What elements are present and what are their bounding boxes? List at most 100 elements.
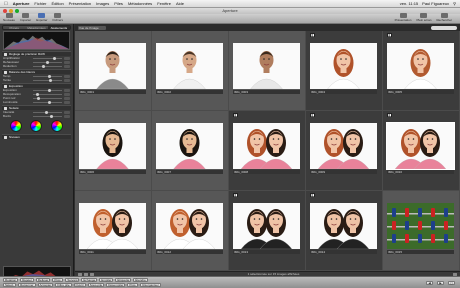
photo-thumbnail[interactable]: IMG_0006: [75, 111, 152, 191]
stack-badge-icon[interactable]: ▮▮: [310, 113, 316, 117]
control-button[interactable]: Retourner: [18, 283, 36, 287]
control-button[interactable]: Réorganiser: [140, 283, 161, 287]
tab-adjustments[interactable]: Ajustements: [47, 26, 70, 29]
slider-value-field[interactable]: [64, 100, 70, 104]
slider-value-field[interactable]: [64, 88, 70, 92]
photo-thumbnail[interactable]: IMG_0011: [75, 191, 152, 271]
menu-item-presentation[interactable]: Présentation: [69, 1, 91, 6]
slider-track[interactable]: [33, 100, 62, 104]
slider-value-field[interactable]: [64, 96, 70, 100]
slider-track[interactable]: [33, 92, 62, 96]
slider-track[interactable]: [33, 56, 62, 60]
menu-item-fichier[interactable]: Fichier: [34, 1, 46, 6]
slider-knob[interactable]: [53, 56, 57, 60]
color-wheel-shadows[interactable]: [10, 120, 23, 132]
view-mode-field[interactable]: Vue de l'image: [78, 25, 106, 30]
thumbnail-image[interactable]: [310, 123, 377, 169]
user-name[interactable]: Paul Figuareux: [422, 1, 449, 6]
spotlight-icon[interactable]: ⚲: [453, 1, 456, 6]
toolbar-files-button[interactable]: Fichiers: [53, 12, 63, 22]
thumbnail-image[interactable]: [387, 43, 454, 89]
thumbnail-image[interactable]: [156, 203, 223, 249]
control-button[interactable]: Sous-pile: [87, 283, 105, 287]
toolbar-search-button[interactable]: Rechercher: [436, 12, 452, 22]
slider-knob[interactable]: [46, 60, 50, 64]
control-button[interactable]: Ouvrir: [73, 283, 86, 287]
control-button[interactable]: Rejeter: [20, 278, 34, 282]
section-checkbox[interactable]: [4, 135, 7, 139]
photo-thumbnail[interactable]: ▮▮ IMG_0009: [306, 111, 383, 191]
photo-thumbnail[interactable]: IMG_0001: [75, 31, 152, 111]
slider-knob[interactable]: [47, 88, 51, 92]
photo-thumbnail[interactable]: ▮▮ IMG_0013: [229, 191, 306, 271]
thumbnail-image[interactable]: [79, 203, 146, 249]
thumbnail-image[interactable]: [310, 203, 377, 249]
slider-track[interactable]: [33, 74, 62, 78]
color-wheel-midtones[interactable]: [30, 120, 43, 132]
slider-value-field[interactable]: [64, 60, 70, 64]
control-button[interactable]: Préc.: [52, 278, 64, 282]
menu-app-name[interactable]: Aperture: [13, 1, 30, 6]
thumbnail-image[interactable]: [79, 43, 146, 89]
slider-knob[interactable]: [47, 74, 51, 78]
thumbnail-image[interactable]: [233, 203, 300, 249]
slider-value-field[interactable]: [64, 56, 70, 60]
slider-track[interactable]: [33, 60, 62, 64]
color-wheel-highlights[interactable]: [50, 120, 63, 132]
slider-knob[interactable]: [37, 96, 41, 100]
tab-projects[interactable]: Projets: [3, 26, 26, 29]
thumbnail-image[interactable]: [233, 123, 300, 169]
stack-badge-icon[interactable]: ▮▮: [310, 193, 316, 197]
slider-track[interactable]: [33, 78, 62, 82]
control-button[interactable]: Empiler: [99, 278, 114, 282]
control-button[interactable]: Prés.: [127, 283, 139, 287]
slider-value-field[interactable]: [64, 78, 70, 82]
slider-value-field[interactable]: [64, 110, 70, 114]
slider-knob[interactable]: [35, 92, 39, 96]
thumbnail-image[interactable]: [310, 43, 377, 89]
photo-thumbnail[interactable]: IMG_0007: [152, 111, 229, 191]
photo-thumbnail[interactable]: ▮▮ IMG_0010: [383, 111, 460, 191]
slider-track[interactable]: [33, 110, 62, 114]
toolbar-presentation-button[interactable]: Présentation: [395, 12, 411, 22]
slider-value-field[interactable]: [64, 74, 70, 78]
slider-knob[interactable]: [48, 78, 52, 82]
toolbar-fullscreen-button[interactable]: Plein écran: [416, 12, 431, 22]
photo-thumbnail[interactable]: ▮▮ IMG_0008: [229, 111, 306, 191]
toolbar-import-button[interactable]: Importer: [20, 12, 31, 22]
control-button[interactable]: Refuser: [35, 278, 51, 282]
photo-thumbnail[interactable]: IMG_0012: [152, 191, 229, 271]
control-button[interactable]: Désempiler: [106, 283, 126, 287]
control-button[interactable]: Accepter: [37, 283, 54, 287]
photo-thumbnail[interactable]: IMG_0002: [152, 31, 229, 111]
stack-badge-icon[interactable]: ▮▮: [387, 33, 393, 37]
control-button[interactable]: Échange: [81, 278, 98, 282]
toolbar-new-button[interactable]: Nouveau: [3, 12, 15, 22]
thumbnail-image[interactable]: [79, 123, 146, 169]
photo-thumbnail[interactable]: ▮▮ IMG_0005: [383, 31, 460, 111]
apple-logo-icon[interactable]: : [4, 1, 8, 7]
stack-badge-icon[interactable]: ▮▮: [233, 113, 239, 117]
menu-item-images[interactable]: Images: [96, 1, 109, 6]
section-levels[interactable]: Niveaux: [2, 134, 71, 139]
zoom-window-button[interactable]: [15, 9, 19, 13]
photo-thumbnail[interactable]: IMG_0015: [383, 191, 460, 271]
menu-item-metadonnees[interactable]: Métadonnées: [128, 1, 152, 6]
menu-item-piles[interactable]: Piles: [114, 1, 123, 6]
menu-item-edition[interactable]: Édition: [51, 1, 63, 6]
thumbnail-image[interactable]: [156, 123, 223, 169]
photo-thumbnail[interactable]: ▮▮ IMG_0014: [306, 191, 383, 271]
slider-track[interactable]: [33, 96, 62, 100]
previous-button[interactable]: ◀: [426, 280, 433, 285]
thumbnail-image[interactable]: [156, 43, 223, 89]
slider-track[interactable]: [33, 64, 62, 68]
thumbnail-image[interactable]: [387, 203, 454, 249]
fullscreen-toggle-button[interactable]: ▢: [448, 280, 455, 285]
slider-knob[interactable]: [41, 64, 45, 68]
clock[interactable]: ven. 11:15: [400, 1, 418, 6]
thumbnail-image[interactable]: [233, 43, 300, 89]
next-button[interactable]: ▶: [437, 280, 444, 285]
menu-item-aide[interactable]: Aide: [176, 1, 184, 6]
control-button[interactable]: Rotation: [3, 278, 19, 282]
slider-value-field[interactable]: [64, 64, 70, 68]
